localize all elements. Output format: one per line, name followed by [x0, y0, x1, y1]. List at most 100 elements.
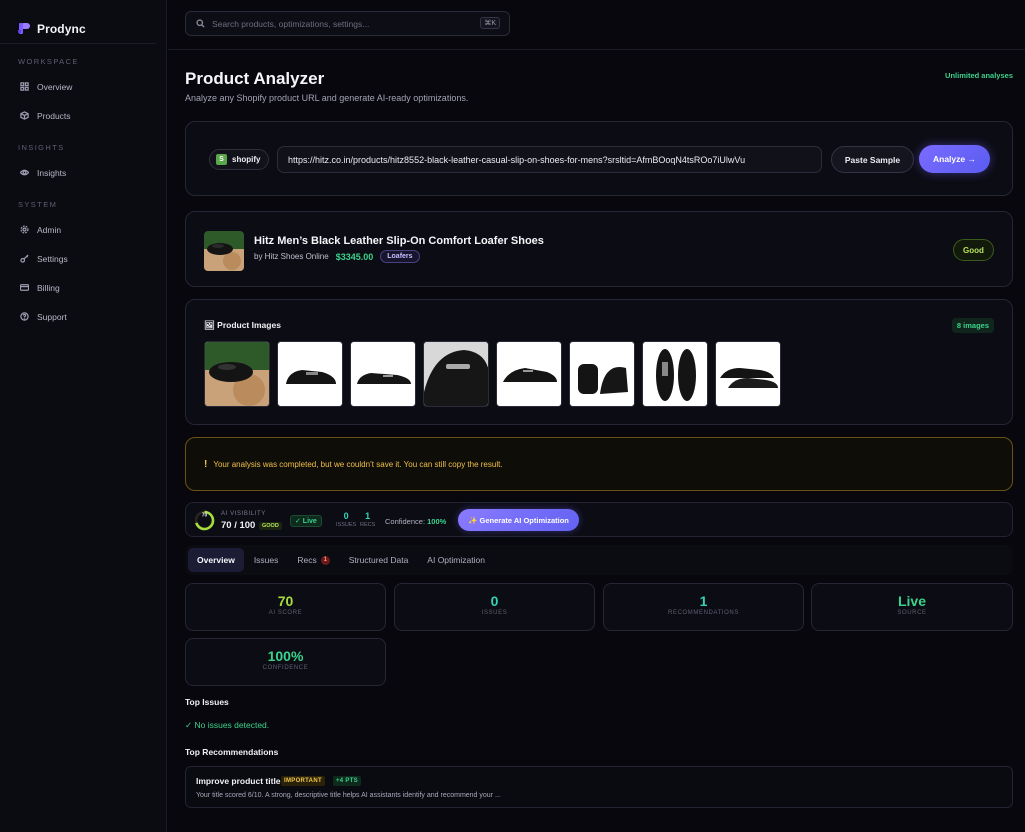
recommendation-item[interactable]: Improve product title IMPORTANT +4 PTS Y…: [185, 766, 1013, 808]
shoe-photo-icon: [351, 342, 415, 406]
shoe-photo-icon: [716, 342, 780, 406]
gear-icon: [20, 225, 29, 234]
product-image[interactable]: [350, 341, 416, 407]
search-input[interactable]: [212, 18, 467, 29]
product-image[interactable]: [496, 341, 562, 407]
tab-recs-label: Recs: [297, 555, 317, 565]
stat-value: 70: [277, 593, 294, 609]
sidebar-item-admin[interactable]: Admin: [0, 215, 166, 244]
search-shortcut: ⌘K: [480, 17, 500, 29]
paste-sample-button[interactable]: Paste Sample: [831, 146, 914, 173]
grade-badge: GOOD: [259, 522, 282, 530]
score-ring-value: 70: [202, 513, 208, 519]
stat-card-ai-score: 70 AI SCORE: [185, 583, 386, 631]
product-url-input[interactable]: [277, 146, 822, 173]
prodync-logo-icon: [18, 23, 30, 34]
stat-card-issues: 0 ISSUES: [394, 583, 595, 631]
search-icon: [196, 19, 205, 28]
image-count-badge: 8 images: [951, 318, 994, 333]
page-subtitle: Analyze any Shopify product URL and gene…: [185, 93, 469, 103]
product-image[interactable]: [642, 341, 708, 407]
confidence-readout: Confidence: 100%: [385, 517, 446, 526]
top-issues-heading: Top Issues: [185, 697, 229, 707]
stat-label: CONFIDENCE: [262, 665, 309, 671]
tab-structured-data[interactable]: Structured Data: [340, 548, 418, 572]
sidebar-item-billing[interactable]: Billing: [0, 273, 166, 302]
key-icon: [20, 254, 29, 263]
plan-label: Unlimited analyses: [945, 71, 1013, 80]
grid-icon: [20, 82, 29, 91]
product-image[interactable]: [204, 341, 270, 407]
points-badge: +4 PTS: [333, 776, 361, 786]
product-image[interactable]: [277, 341, 343, 407]
sidebar-item-label: Support: [37, 311, 67, 322]
alert-message: Your analysis was completed, but we coul…: [213, 459, 503, 469]
stat-label: ISSUES: [481, 610, 508, 616]
product-title: Hitz Men’s Black Leather Slip-On Comfort…: [254, 235, 544, 247]
category-badge: Loafers: [380, 250, 420, 263]
ai-visibility-bar: 70 AI VISIBILITY 70 / 100 GOOD ✓ Live 0 …: [185, 502, 1013, 537]
live-badge: ✓ Live: [290, 515, 322, 527]
product-thumbnail[interactable]: [204, 231, 244, 271]
image-gallery: [204, 341, 781, 407]
generate-ai-optimization-button[interactable]: ✨ Generate AI Optimization: [458, 509, 579, 531]
sidebar-item-label: Admin: [37, 224, 62, 235]
stat-value: Live: [897, 593, 926, 609]
sidebar-item-products[interactable]: Products: [0, 101, 166, 130]
help-icon: [20, 312, 29, 321]
tab-ai-optimization[interactable]: AI Optimization: [418, 548, 494, 572]
product-image[interactable]: [423, 341, 489, 407]
topbar: ⌘K: [168, 0, 1025, 50]
page-title: Product Analyzer: [185, 69, 325, 88]
tab-issues[interactable]: Issues: [245, 548, 288, 572]
sidebar-item-overview[interactable]: Overview: [0, 72, 166, 101]
search-box[interactable]: ⌘K: [185, 11, 510, 36]
section-label-insights: INSIGHTS: [18, 143, 65, 152]
tab-overview[interactable]: Overview: [188, 548, 244, 572]
result-tabs: Overview Issues Recs 1 Structured Data AI…: [185, 545, 1013, 575]
warning-icon: !: [204, 458, 208, 470]
images-title: 🖼 Product Images: [204, 320, 281, 330]
issues-mini-stat: 0 ISSUES: [336, 511, 356, 528]
recs-count-badge: 1: [320, 555, 330, 565]
stat-value: 1: [699, 593, 708, 609]
tab-recs[interactable]: Recs 1: [288, 548, 338, 572]
no-issues-message: ✓ No issues detected.: [185, 720, 270, 730]
rating-badge: Good: [953, 239, 994, 261]
card-icon: [20, 284, 29, 291]
analyze-button[interactable]: Analyze →: [919, 145, 990, 173]
app-name: Prodync: [37, 21, 86, 36]
platform-label: shopify: [232, 155, 261, 164]
box-icon: [20, 111, 29, 120]
url-input-card: S shopify Paste Sample Analyze →: [185, 121, 1013, 196]
sidebar: Prodync WORKSPACE Overview Products INSI…: [0, 0, 167, 832]
ai-visibility-label: AI VISIBILITY: [221, 511, 266, 517]
ai-visibility-score: 70 / 100: [221, 520, 256, 531]
sidebar-item-label: Products: [37, 110, 71, 121]
section-label-system: SYSTEM: [18, 200, 58, 209]
product-meta: by Hitz Shoes Online $3345.00 Loafers: [254, 250, 420, 263]
recs-count: 1: [365, 511, 371, 521]
eye-icon: [20, 169, 29, 176]
shoe-photo-icon: [205, 342, 269, 406]
sidebar-item-insights[interactable]: Insights: [0, 158, 166, 187]
section-label-workspace: WORKSPACE: [18, 57, 79, 66]
product-image[interactable]: [715, 341, 781, 407]
product-summary-card: Hitz Men’s Black Leather Slip-On Comfort…: [185, 211, 1013, 287]
shoe-photo-icon: [643, 342, 707, 406]
confidence-value: 100%: [427, 517, 447, 526]
shoe-photo-icon: [570, 342, 634, 406]
sidebar-item-settings[interactable]: Settings: [0, 244, 166, 273]
product-price: $3345.00: [335, 251, 374, 262]
sidebar-item-label: Billing: [37, 282, 60, 293]
stat-card-source: Live SOURCE: [811, 583, 1013, 631]
brand[interactable]: Prodync: [0, 0, 156, 44]
stat-label: AI SCORE: [268, 610, 303, 616]
top-recommendations-heading: Top Recommendations: [185, 747, 279, 757]
recs-mini-stat: 1 RECS: [360, 511, 375, 528]
product-image[interactable]: [569, 341, 635, 407]
stat-label: RECOMMENDATIONS: [668, 610, 739, 616]
sidebar-item-support[interactable]: Support: [0, 302, 166, 331]
shoe-photo-icon: [424, 342, 488, 406]
stat-card-confidence: 100% CONFIDENCE: [185, 638, 386, 686]
